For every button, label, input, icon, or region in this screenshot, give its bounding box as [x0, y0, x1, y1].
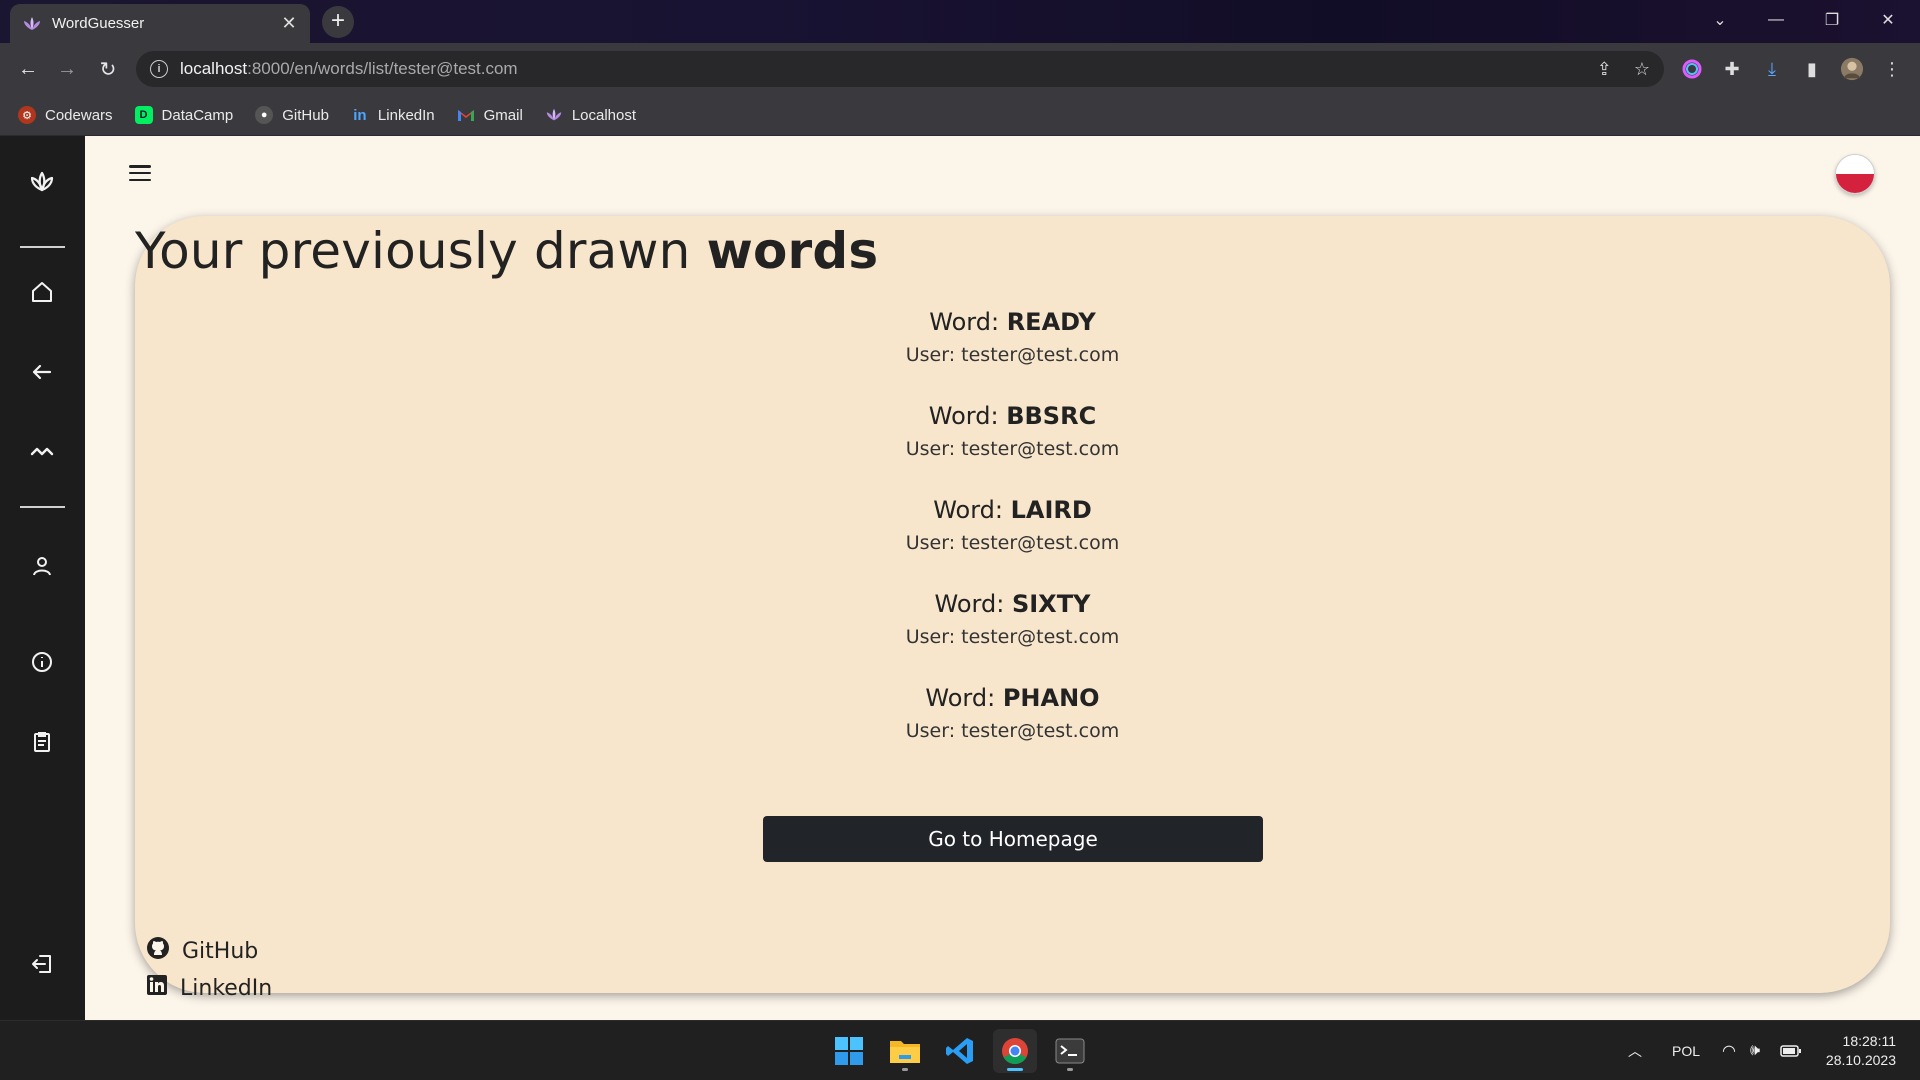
go-to-homepage-button[interactable]: Go to Homepage: [763, 816, 1263, 862]
terminal-icon[interactable]: [1048, 1029, 1092, 1073]
footer-linkedin-link[interactable]: LinkedIn: [146, 974, 272, 1002]
user-value: tester@test.com: [961, 438, 1120, 460]
reload-icon[interactable]: ↻: [94, 55, 122, 83]
datacamp-icon: D: [134, 106, 153, 124]
new-tab-button[interactable]: +: [322, 6, 354, 38]
back-icon[interactable]: ←: [14, 55, 42, 83]
profile-avatar[interactable]: [1840, 57, 1864, 81]
bookmark-label: Gmail: [483, 106, 523, 124]
github-icon: ●: [255, 106, 274, 124]
word-value: BBSRC: [1006, 402, 1097, 430]
bookmark-gmail[interactable]: Gmail: [457, 106, 523, 124]
user-value: tester@test.com: [961, 720, 1120, 742]
bookmark-label: DataCamp: [161, 106, 234, 124]
word-entry: Word: BBSRC User: tester@test.com: [905, 402, 1120, 460]
clipboard-icon[interactable]: [26, 726, 58, 758]
bookmark-label: Localhost: [571, 106, 637, 124]
words-card: Your previously drawn words Word: READY …: [135, 216, 1890, 993]
footer-links: GitHub LinkedIn: [146, 936, 272, 1010]
gmail-icon: [457, 106, 475, 124]
tab-search-chevron-icon[interactable]: ⌄: [1692, 0, 1748, 40]
word-entry: Word: LAIRD User: tester@test.com: [905, 496, 1120, 554]
user-value: tester@test.com: [961, 532, 1120, 554]
clock-date: 28.10.2023: [1825, 1052, 1896, 1068]
back-arrow-icon[interactable]: [26, 356, 58, 388]
bookmark-codewars[interactable]: ⚙ Codewars: [18, 106, 113, 124]
word-entry: Word: READY User: tester@test.com: [905, 308, 1120, 366]
web-page: Your previously drawn words Word: READY …: [0, 136, 1920, 1020]
sidebar: [0, 136, 85, 1020]
share-icon[interactable]: ⇪: [1597, 59, 1612, 80]
bookmark-github[interactable]: ● GitHub: [255, 106, 329, 124]
page-title: Your previously drawn words: [135, 222, 879, 280]
bookmarks-bar: ⚙ Codewars D DataCamp ● GitHub in Linked…: [0, 95, 1920, 136]
tray-overflow-chevron-icon[interactable]: ︿: [1628, 1021, 1642, 1080]
lotus-favicon-icon: [22, 14, 42, 34]
bookmark-localhost[interactable]: Localhost: [545, 106, 636, 124]
word-value: SIXTY: [1011, 590, 1091, 618]
bookmark-star-icon[interactable]: ☆: [1634, 59, 1650, 80]
footer-link-label: GitHub: [182, 938, 259, 964]
browser-tab[interactable]: WordGuesser ✕: [10, 4, 310, 43]
home-icon[interactable]: [26, 276, 58, 308]
side-panel-icon[interactable]: ▮: [1800, 57, 1824, 81]
minimize-icon[interactable]: —: [1748, 0, 1804, 40]
color-extension-icon[interactable]: [1680, 57, 1704, 81]
vscode-icon[interactable]: [938, 1029, 982, 1073]
lotus-logo-icon[interactable]: [26, 166, 58, 198]
bookmark-datacamp[interactable]: D DataCamp: [134, 106, 234, 124]
tab-close-icon[interactable]: ✕: [280, 13, 298, 34]
bookmark-label: GitHub: [282, 106, 329, 124]
extensions-puzzle-icon[interactable]: ✚: [1720, 57, 1744, 81]
stats-icon[interactable]: [26, 436, 58, 468]
menu-toggle-icon[interactable]: [127, 162, 153, 184]
bookmark-label: LinkedIn: [377, 106, 435, 124]
browser-menu-icon[interactable]: ⋮: [1880, 57, 1904, 81]
download-icon[interactable]: ⤓: [1760, 57, 1784, 81]
sidebar-divider: [20, 246, 65, 248]
keyboard-language[interactable]: POL: [1672, 1021, 1700, 1080]
word-value: LAIRD: [1010, 496, 1092, 524]
restore-icon[interactable]: ❐: [1804, 0, 1860, 40]
sidebar-divider: [20, 506, 65, 508]
logout-icon[interactable]: [26, 948, 58, 980]
word-entry: Word: PHANO User: tester@test.com: [905, 684, 1120, 742]
wifi-icon[interactable]: ◠: [1722, 1021, 1736, 1080]
windows-start-icon[interactable]: [827, 1029, 871, 1073]
user-icon[interactable]: [26, 550, 58, 582]
forward-icon[interactable]: →: [53, 55, 81, 83]
url-field[interactable]: i localhost :8000/en/words/list/tester@t…: [136, 51, 1664, 87]
windows-taskbar: ︿ POL ◠ 🕪 18:28:11 28.10.2023: [0, 1020, 1920, 1080]
window-close-icon[interactable]: ✕: [1860, 0, 1916, 40]
clock-time: 18:28:11: [1842, 1033, 1896, 1049]
battery-icon[interactable]: [1780, 1021, 1802, 1080]
word-value: PHANO: [1002, 684, 1100, 712]
user-value: tester@test.com: [961, 344, 1120, 366]
tab-title: WordGuesser: [52, 15, 145, 32]
user-value: tester@test.com: [961, 626, 1120, 648]
browser-titlebar: WordGuesser ✕ + ⌄ — ❐ ✕: [0, 0, 1920, 43]
word-value: READY: [1006, 308, 1096, 336]
poland-flag-icon[interactable]: [1835, 154, 1875, 194]
volume-icon[interactable]: 🕪: [1750, 1021, 1760, 1080]
url-host: localhost: [180, 59, 248, 78]
info-icon[interactable]: [26, 646, 58, 678]
system-clock[interactable]: 18:28:11 28.10.2023: [1826, 1032, 1896, 1070]
codewars-icon: ⚙: [18, 106, 36, 124]
footer-link-label: LinkedIn: [180, 975, 273, 1001]
word-entry: Word: SIXTY User: tester@test.com: [905, 590, 1120, 648]
site-info-icon[interactable]: i: [150, 60, 168, 78]
footer-github-link[interactable]: GitHub: [146, 936, 272, 966]
chrome-icon[interactable]: [993, 1029, 1037, 1073]
lotus-icon: [545, 106, 563, 124]
linkedin-icon: [146, 974, 168, 1002]
bookmark-linkedin[interactable]: in LinkedIn: [351, 106, 435, 124]
address-bar-row: ← → ↻ i localhost :8000/en/words/list/te…: [0, 43, 1920, 95]
bookmark-label: Codewars: [45, 106, 113, 124]
github-icon: [146, 936, 170, 966]
file-explorer-icon[interactable]: [883, 1029, 927, 1073]
url-path: :8000/en/words/list/tester@test.com: [247, 59, 518, 78]
linkedin-icon: in: [353, 106, 367, 124]
